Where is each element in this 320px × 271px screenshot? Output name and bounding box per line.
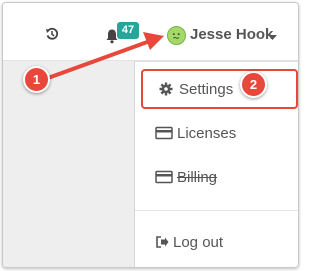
menu-item-billing[interactable]: Billing bbox=[135, 157, 298, 197]
menu-item-label: Log out bbox=[173, 233, 224, 251]
menu-item-label: Licenses bbox=[177, 124, 237, 142]
history-icon[interactable] bbox=[45, 27, 59, 41]
annotation-marker-2: 2 bbox=[240, 71, 267, 98]
menu-item-label: Settings bbox=[179, 80, 234, 98]
menu-item-licenses[interactable]: Licenses bbox=[135, 113, 298, 153]
card-icon bbox=[155, 126, 173, 140]
top-navbar: 47 Jesse Hook bbox=[3, 3, 298, 61]
card-icon bbox=[155, 170, 173, 184]
sign-out-icon bbox=[156, 236, 169, 248]
menu-item-label: Billing bbox=[177, 168, 218, 186]
user-dropdown-menu: Settings Licenses Billing Log out bbox=[134, 61, 298, 267]
caret-down-icon[interactable] bbox=[268, 35, 277, 41]
menu-item-logout[interactable]: Log out bbox=[135, 222, 298, 262]
annotation-marker-1: 1 bbox=[23, 66, 50, 93]
menu-item-settings[interactable]: Settings bbox=[141, 69, 298, 109]
gear-icon bbox=[159, 82, 173, 96]
avatar[interactable] bbox=[167, 26, 186, 45]
app-window: 47 Jesse Hook Settings Licenses Billing … bbox=[2, 2, 299, 268]
user-name[interactable]: Jesse Hook bbox=[190, 26, 273, 43]
menu-divider bbox=[135, 210, 298, 211]
notification-badge: 47 bbox=[117, 22, 139, 39]
